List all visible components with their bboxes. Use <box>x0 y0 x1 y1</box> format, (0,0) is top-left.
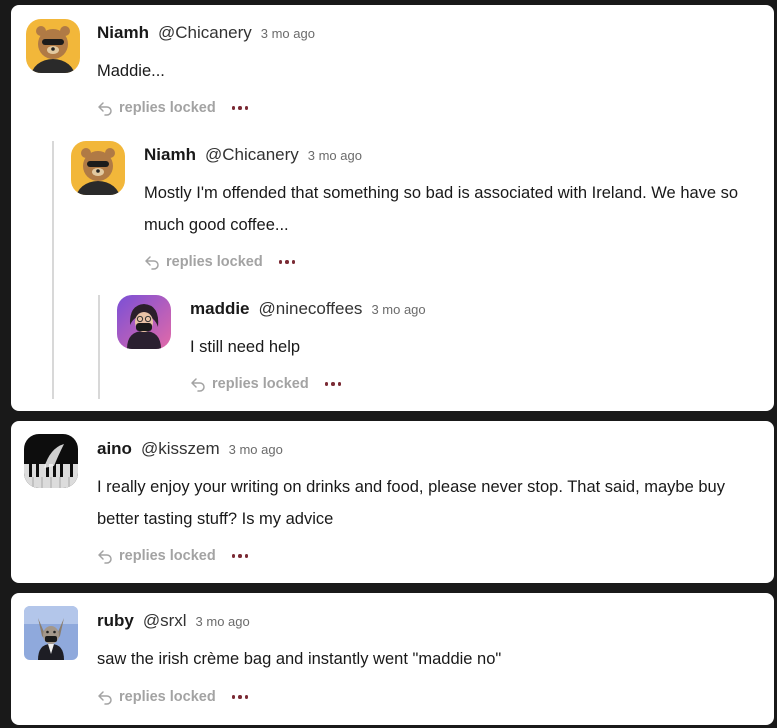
thread-line <box>98 295 100 399</box>
comment-header: maddie @ninecoffees 3 mo ago <box>190 299 426 319</box>
portrait-avatar-icon[interactable] <box>117 295 171 349</box>
replies-locked-label: replies locked <box>212 376 309 392</box>
author-name[interactable]: ruby <box>97 611 134 631</box>
reply-icon <box>98 691 112 705</box>
author-name[interactable]: aino <box>97 439 132 459</box>
comment-header: ruby @srxl 3 mo ago <box>97 611 250 631</box>
replies-locked-label: replies locked <box>119 548 216 564</box>
comment-actions: replies locked <box>144 254 296 270</box>
bear-avatar-icon[interactable] <box>26 19 80 73</box>
author-name[interactable]: maddie <box>190 299 250 319</box>
more-options-button[interactable] <box>231 695 249 699</box>
comment-actions: replies locked <box>190 376 342 392</box>
author-handle[interactable]: @ninecoffees <box>259 299 363 319</box>
comment-card: aino @kisszem 3 mo ago I really enjoy yo… <box>11 421 774 583</box>
comment-card: ruby @srxl 3 mo ago saw the irish crème … <box>11 593 774 725</box>
thread-line <box>52 141 54 399</box>
comment-body: saw the irish crème bag and instantly we… <box>97 650 502 668</box>
replies-locked-label: replies locked <box>119 100 216 116</box>
reply-icon <box>191 378 205 392</box>
author-name[interactable]: Niamh <box>144 145 196 165</box>
comment-actions: replies locked <box>97 100 249 116</box>
more-options-button[interactable] <box>324 382 342 386</box>
bear-avatar-icon[interactable] <box>71 141 125 195</box>
comment-thread-card: Niamh @Chicanery 3 mo ago Maddie... repl… <box>11 5 774 411</box>
more-options-button[interactable] <box>231 554 249 558</box>
timestamp[interactable]: 3 mo ago <box>261 26 315 41</box>
author-handle[interactable]: @srxl <box>143 611 187 631</box>
reply-icon <box>98 102 112 116</box>
piano-avatar-icon[interactable] <box>24 434 78 488</box>
comment-header: Niamh @Chicanery 3 mo ago <box>97 23 315 43</box>
more-options-button[interactable] <box>231 106 249 110</box>
reply-icon <box>145 256 159 270</box>
timestamp[interactable]: 3 mo ago <box>229 442 283 457</box>
author-handle[interactable]: @Chicanery <box>205 145 299 165</box>
comment-body: I still need help <box>190 338 301 356</box>
comment-header: Niamh @Chicanery 3 mo ago <box>144 145 362 165</box>
comment-body: Maddie... <box>97 62 165 80</box>
author-handle[interactable]: @Chicanery <box>158 23 252 43</box>
comment-header: aino @kisszem 3 mo ago <box>97 439 283 459</box>
replies-locked-label: replies locked <box>119 689 216 705</box>
comment-actions: replies locked <box>97 548 249 564</box>
comment-actions: replies locked <box>97 689 249 705</box>
comment-body: I really enjoy your writing on drinks an… <box>97 478 725 528</box>
timestamp[interactable]: 3 mo ago <box>196 614 250 629</box>
timestamp[interactable]: 3 mo ago <box>308 148 362 163</box>
timestamp[interactable]: 3 mo ago <box>371 302 425 317</box>
comment-body: Mostly I'm offended that something so ba… <box>144 184 739 234</box>
wolf-avatar-icon[interactable] <box>24 606 78 660</box>
author-handle[interactable]: @kisszem <box>141 439 220 459</box>
author-name[interactable]: Niamh <box>97 23 149 43</box>
replies-locked-label: replies locked <box>166 254 263 270</box>
reply-icon <box>98 550 112 564</box>
more-options-button[interactable] <box>278 260 296 264</box>
